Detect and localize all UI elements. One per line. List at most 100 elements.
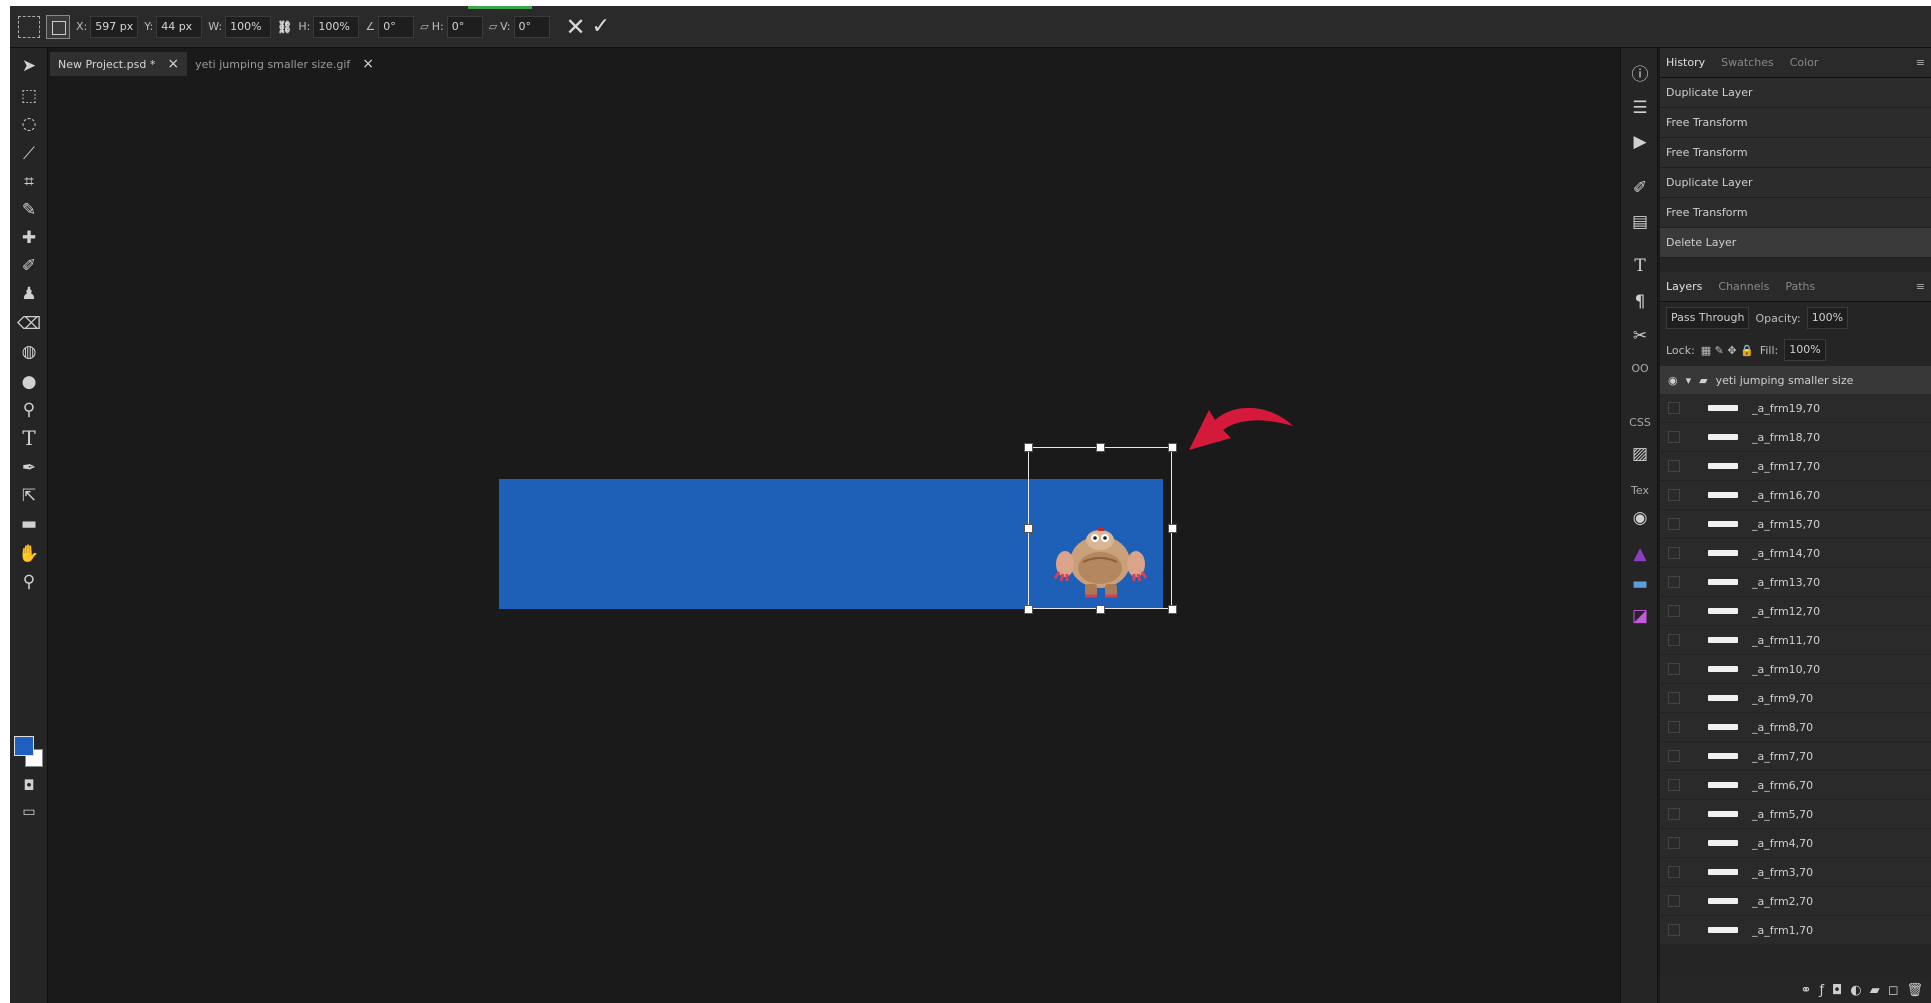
visibility-toggle[interactable] [1668, 518, 1680, 530]
transform-handle-bottom[interactable] [1096, 605, 1105, 614]
path-select-tool-icon[interactable]: ⇱ [17, 484, 41, 508]
h-input[interactable]: 100% [313, 15, 360, 38]
layer-row[interactable]: _a_frm17,70 [1660, 452, 1931, 481]
fx-icon[interactable]: ƒ [1819, 983, 1824, 998]
gradient-icon[interactable]: ◪ [1628, 604, 1652, 628]
crop-tool-icon[interactable]: ⌗ [17, 170, 41, 194]
commit-transform-icon[interactable]: ✓ [592, 14, 610, 39]
tab-new-project[interactable]: New Project.psd * × [50, 52, 188, 76]
layer-row[interactable]: _a_frm16,70 [1660, 481, 1931, 510]
history-item[interactable]: Duplicate Layer [1660, 168, 1931, 198]
css-icon[interactable]: CSS [1628, 410, 1652, 434]
history-item[interactable]: Free Transform [1660, 198, 1931, 228]
visibility-toggle[interactable] [1668, 605, 1680, 617]
magic-wand-tool-icon[interactable]: ⟋ [17, 142, 41, 166]
layer-row[interactable]: _a_frm10,70 [1660, 655, 1931, 684]
visibility-toggle[interactable] [1668, 431, 1680, 443]
visibility-toggle[interactable] [1668, 460, 1680, 472]
quick-mask-icon[interactable]: ◘ [17, 774, 41, 798]
lasso-tool-icon[interactable]: ◌ [17, 112, 41, 136]
angle-input[interactable]: 0° [378, 15, 415, 38]
zoom-tool-icon[interactable]: ⚲ [17, 570, 41, 594]
layer-row[interactable]: _a_frm13,70 [1660, 568, 1931, 597]
transform-handle-top-left[interactable] [1024, 443, 1033, 452]
eye-icon[interactable]: ◉ [1668, 374, 1678, 387]
pen-tool-icon[interactable]: ✒ [17, 456, 41, 480]
trash-icon[interactable]: 🗑 [1906, 983, 1923, 998]
skew-h-input[interactable]: 0° [446, 15, 483, 38]
layer-row[interactable]: _a_frm7,70 [1660, 742, 1931, 771]
tab-color[interactable]: Color [1790, 56, 1819, 69]
mask-icon[interactable]: ◘ [1832, 983, 1842, 998]
visibility-toggle[interactable] [1668, 779, 1680, 791]
blur-tool-icon[interactable]: ● [17, 370, 41, 394]
transform-bounding-box[interactable] [1024, 443, 1177, 614]
visibility-toggle[interactable] [1668, 634, 1680, 646]
visibility-toggle[interactable] [1668, 895, 1680, 907]
dodge-tool-icon[interactable]: ⚲ [17, 398, 41, 422]
layer-row[interactable]: _a_frm5,70 [1660, 800, 1931, 829]
visibility-toggle[interactable] [1668, 489, 1680, 501]
play-icon[interactable]: ▶ [1628, 130, 1652, 154]
history-item[interactable]: Free Transform [1660, 138, 1931, 168]
oo-icon[interactable]: OO [1628, 356, 1652, 380]
clone-source-icon[interactable]: ▤ [1628, 210, 1652, 234]
chevron-down-icon[interactable]: ▾ [1686, 374, 1692, 387]
layer-row[interactable]: _a_frm19,70 [1660, 394, 1931, 423]
layer-row[interactable]: _a_frm11,70 [1660, 626, 1931, 655]
link-proportions-icon[interactable]: ⛓ [277, 20, 292, 34]
brush-settings-icon[interactable]: ✐ [1628, 176, 1652, 200]
history-item[interactable]: Free Transform [1660, 108, 1931, 138]
transform-handle-right[interactable] [1168, 524, 1177, 533]
transform-handle-top-right[interactable] [1168, 443, 1177, 452]
hand-tool-icon[interactable]: ✋ [17, 542, 41, 566]
healing-tool-icon[interactable]: ✚ [17, 226, 41, 250]
visibility-toggle[interactable] [1668, 924, 1680, 936]
character-icon[interactable]: T [1628, 254, 1652, 278]
layer-row[interactable]: _a_frm3,70 [1660, 858, 1931, 887]
layer-row[interactable]: _a_frm2,70 [1660, 887, 1931, 916]
visibility-toggle[interactable] [1668, 808, 1680, 820]
layer-row[interactable]: _a_frm18,70 [1660, 423, 1931, 452]
eyedropper-tool-icon[interactable]: ✎ [17, 198, 41, 222]
globe-icon[interactable]: ◉ [1628, 506, 1652, 530]
layer-row[interactable]: _a_frm4,70 [1660, 829, 1931, 858]
panel-icon[interactable]: ▬ [1628, 572, 1652, 596]
transform-handle-left[interactable] [1024, 524, 1033, 533]
transform-handle-top[interactable] [1096, 443, 1105, 452]
layer-row[interactable]: _a_frm12,70 [1660, 597, 1931, 626]
panel-menu-icon[interactable]: ≡ [1916, 56, 1925, 69]
list-icon[interactable]: ☰ [1628, 96, 1652, 120]
rect-select-tool-icon[interactable]: ⬚ [17, 84, 41, 108]
tab-layers[interactable]: Layers [1666, 280, 1702, 293]
tab-channels[interactable]: Channels [1718, 280, 1769, 293]
link-layers-icon[interactable]: ⚭ [1801, 983, 1812, 998]
layer-row[interactable]: _a_frm8,70 [1660, 713, 1931, 742]
color-swatches[interactable] [14, 736, 48, 772]
type-tool-icon[interactable]: T [17, 426, 41, 450]
eraser-tool-icon[interactable]: ⌫ [17, 312, 41, 336]
triangle-icon[interactable]: ▲ [1628, 542, 1652, 566]
paragraph-icon[interactable]: ¶ [1628, 290, 1652, 314]
close-icon[interactable]: × [167, 56, 179, 72]
layer-row[interactable]: _a_frm14,70 [1660, 539, 1931, 568]
x-input[interactable]: 597 px [90, 15, 139, 38]
tex-icon[interactable]: Tex [1628, 478, 1652, 502]
stamp-tool-icon[interactable]: ♟ [17, 282, 41, 306]
visibility-toggle[interactable] [1668, 837, 1680, 849]
y-input[interactable]: 44 px [156, 15, 203, 38]
layer-row[interactable]: _a_frm15,70 [1660, 510, 1931, 539]
tab-yeti-gif[interactable]: yeti jumping smaller size.gif × [187, 52, 382, 76]
transform-handle-bottom-left[interactable] [1024, 605, 1033, 614]
fill-tool-icon[interactable]: ◍ [17, 340, 41, 364]
foreground-color-swatch[interactable] [14, 736, 34, 756]
blend-mode-select[interactable]: Pass Through [1666, 307, 1750, 329]
layer-row[interactable]: _a_frm1,70 [1660, 916, 1931, 945]
history-item[interactable]: Duplicate Layer [1660, 78, 1931, 108]
move-tool-icon[interactable]: ➤ [17, 54, 41, 78]
brush-tool-icon[interactable]: ✐ [17, 254, 41, 278]
tools-icon[interactable]: ✂ [1628, 324, 1652, 348]
info-icon[interactable]: ⓘ [1628, 60, 1652, 85]
skew-v-input[interactable]: 0° [513, 15, 550, 38]
new-layer-icon[interactable]: ◻ [1888, 983, 1899, 998]
